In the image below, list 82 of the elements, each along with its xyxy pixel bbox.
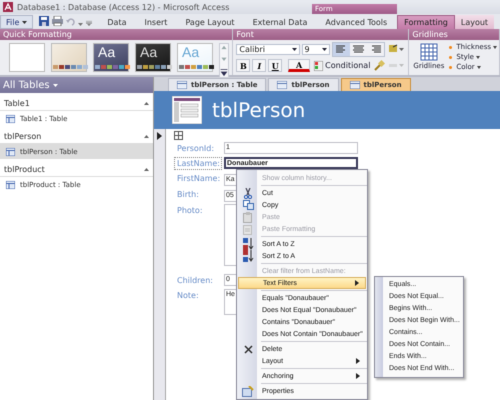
ribbon-tab[interactable]: Formatting	[397, 15, 455, 29]
form-icon	[277, 81, 288, 89]
ribbon-tab[interactable]: External Data	[246, 15, 314, 29]
window-title: Database1 : Database (Access 12) - Microsoft Access	[17, 2, 230, 12]
bold-button[interactable]: B	[236, 59, 250, 72]
dropdown-icon[interactable]	[78, 22, 84, 26]
caret-icon	[22, 20, 28, 24]
field-label: Birth:	[176, 189, 200, 201]
submenu-arrow-icon	[355, 280, 359, 286]
theme-thumbnail[interactable]: Aa	[93, 43, 129, 72]
conditional-button[interactable]: Conditional	[312, 60, 372, 70]
format-painter-icon[interactable]	[374, 60, 386, 71]
field-label: Photo:	[176, 205, 204, 217]
color-swatches	[137, 65, 173, 69]
table-icon	[6, 180, 15, 188]
collapse-icon	[144, 167, 149, 172]
underline-button[interactable]: U	[268, 59, 282, 72]
theme-thumbnail[interactable]	[9, 43, 45, 72]
gallery-scrollbar[interactable]	[219, 43, 229, 79]
group-title: Font	[233, 29, 408, 40]
caret-icon	[493, 46, 497, 48]
color-swatches	[53, 65, 89, 69]
nav-group-header[interactable]: Table1	[0, 93, 153, 111]
field-label: Note:	[176, 290, 200, 302]
theme-thumbnail[interactable]: Aa	[135, 43, 171, 72]
field-label: LastName:	[174, 157, 222, 170]
align-button[interactable]	[333, 43, 350, 56]
color-swatches	[179, 65, 215, 69]
submenu-arrow-icon	[356, 358, 360, 364]
ribbon-tab[interactable]: Data	[101, 15, 132, 29]
access-logo-icon	[3, 2, 13, 12]
field-label: PersonId:	[176, 143, 216, 155]
form-icon	[177, 81, 187, 89]
ribbon-tab[interactable]: Page Layout	[179, 15, 241, 29]
form-icon	[350, 81, 360, 89]
theme-sample: Aa	[182, 44, 200, 60]
table-icon	[6, 114, 15, 122]
caret-icon	[52, 84, 58, 86]
theme-sample: Aa	[140, 44, 158, 60]
color-swatches	[95, 65, 131, 69]
current-record-icon	[157, 132, 162, 140]
properties-icon	[242, 386, 254, 396]
collapse-icon	[144, 101, 149, 106]
scissors-icon	[243, 188, 253, 198]
navigation-pane-header[interactable]: All Tables	[0, 77, 153, 93]
font-name-dropdown[interactable]: Calibri	[236, 44, 300, 55]
customize-icon[interactable]	[86, 21, 92, 26]
file-menu-button[interactable]: File	[0, 15, 34, 29]
scroll-arrows-icon	[220, 44, 228, 78]
ribbon-tab[interactable]: Advanced Tools	[319, 15, 394, 29]
font-size-dropdown[interactable]: 9	[302, 44, 330, 55]
delete-icon	[244, 344, 252, 354]
clipboard-icon	[243, 212, 253, 222]
caret-icon	[476, 66, 481, 68]
grid-icon	[420, 43, 438, 61]
caret-icon	[476, 56, 480, 58]
layout-selector-icon[interactable]	[174, 131, 183, 140]
theme-thumbnail[interactable]	[51, 43, 87, 72]
field-label: FirstName:	[176, 173, 222, 185]
group-title: Gridlines	[409, 29, 499, 40]
save-icon[interactable]	[39, 16, 50, 26]
theme-sample: Aa	[98, 44, 116, 60]
conditional-format-icon	[314, 60, 324, 70]
form-title: tblPerson	[212, 98, 306, 122]
form-icon	[172, 96, 202, 124]
format-icon	[243, 224, 253, 234]
collapse-icon	[144, 134, 149, 139]
submenu-arrow-icon	[356, 373, 360, 379]
ribbon-tab[interactable]: Insert	[138, 15, 174, 29]
nav-group-header[interactable]: tblProduct	[0, 159, 153, 177]
caret-icon	[322, 48, 328, 51]
sort-icon	[242, 238, 254, 250]
font-color-button[interactable]: A	[288, 59, 310, 72]
copy-icon	[242, 200, 254, 210]
ribbon-tab[interactable]: Layout	[454, 15, 494, 29]
sort-icon	[242, 250, 254, 262]
group-title: Quick Formatting	[0, 29, 232, 40]
caret-icon	[292, 48, 297, 51]
field-label: Children:	[176, 275, 214, 287]
print-icon[interactable]	[52, 16, 64, 26]
italic-button[interactable]: I	[252, 59, 266, 72]
table-icon	[6, 148, 15, 156]
